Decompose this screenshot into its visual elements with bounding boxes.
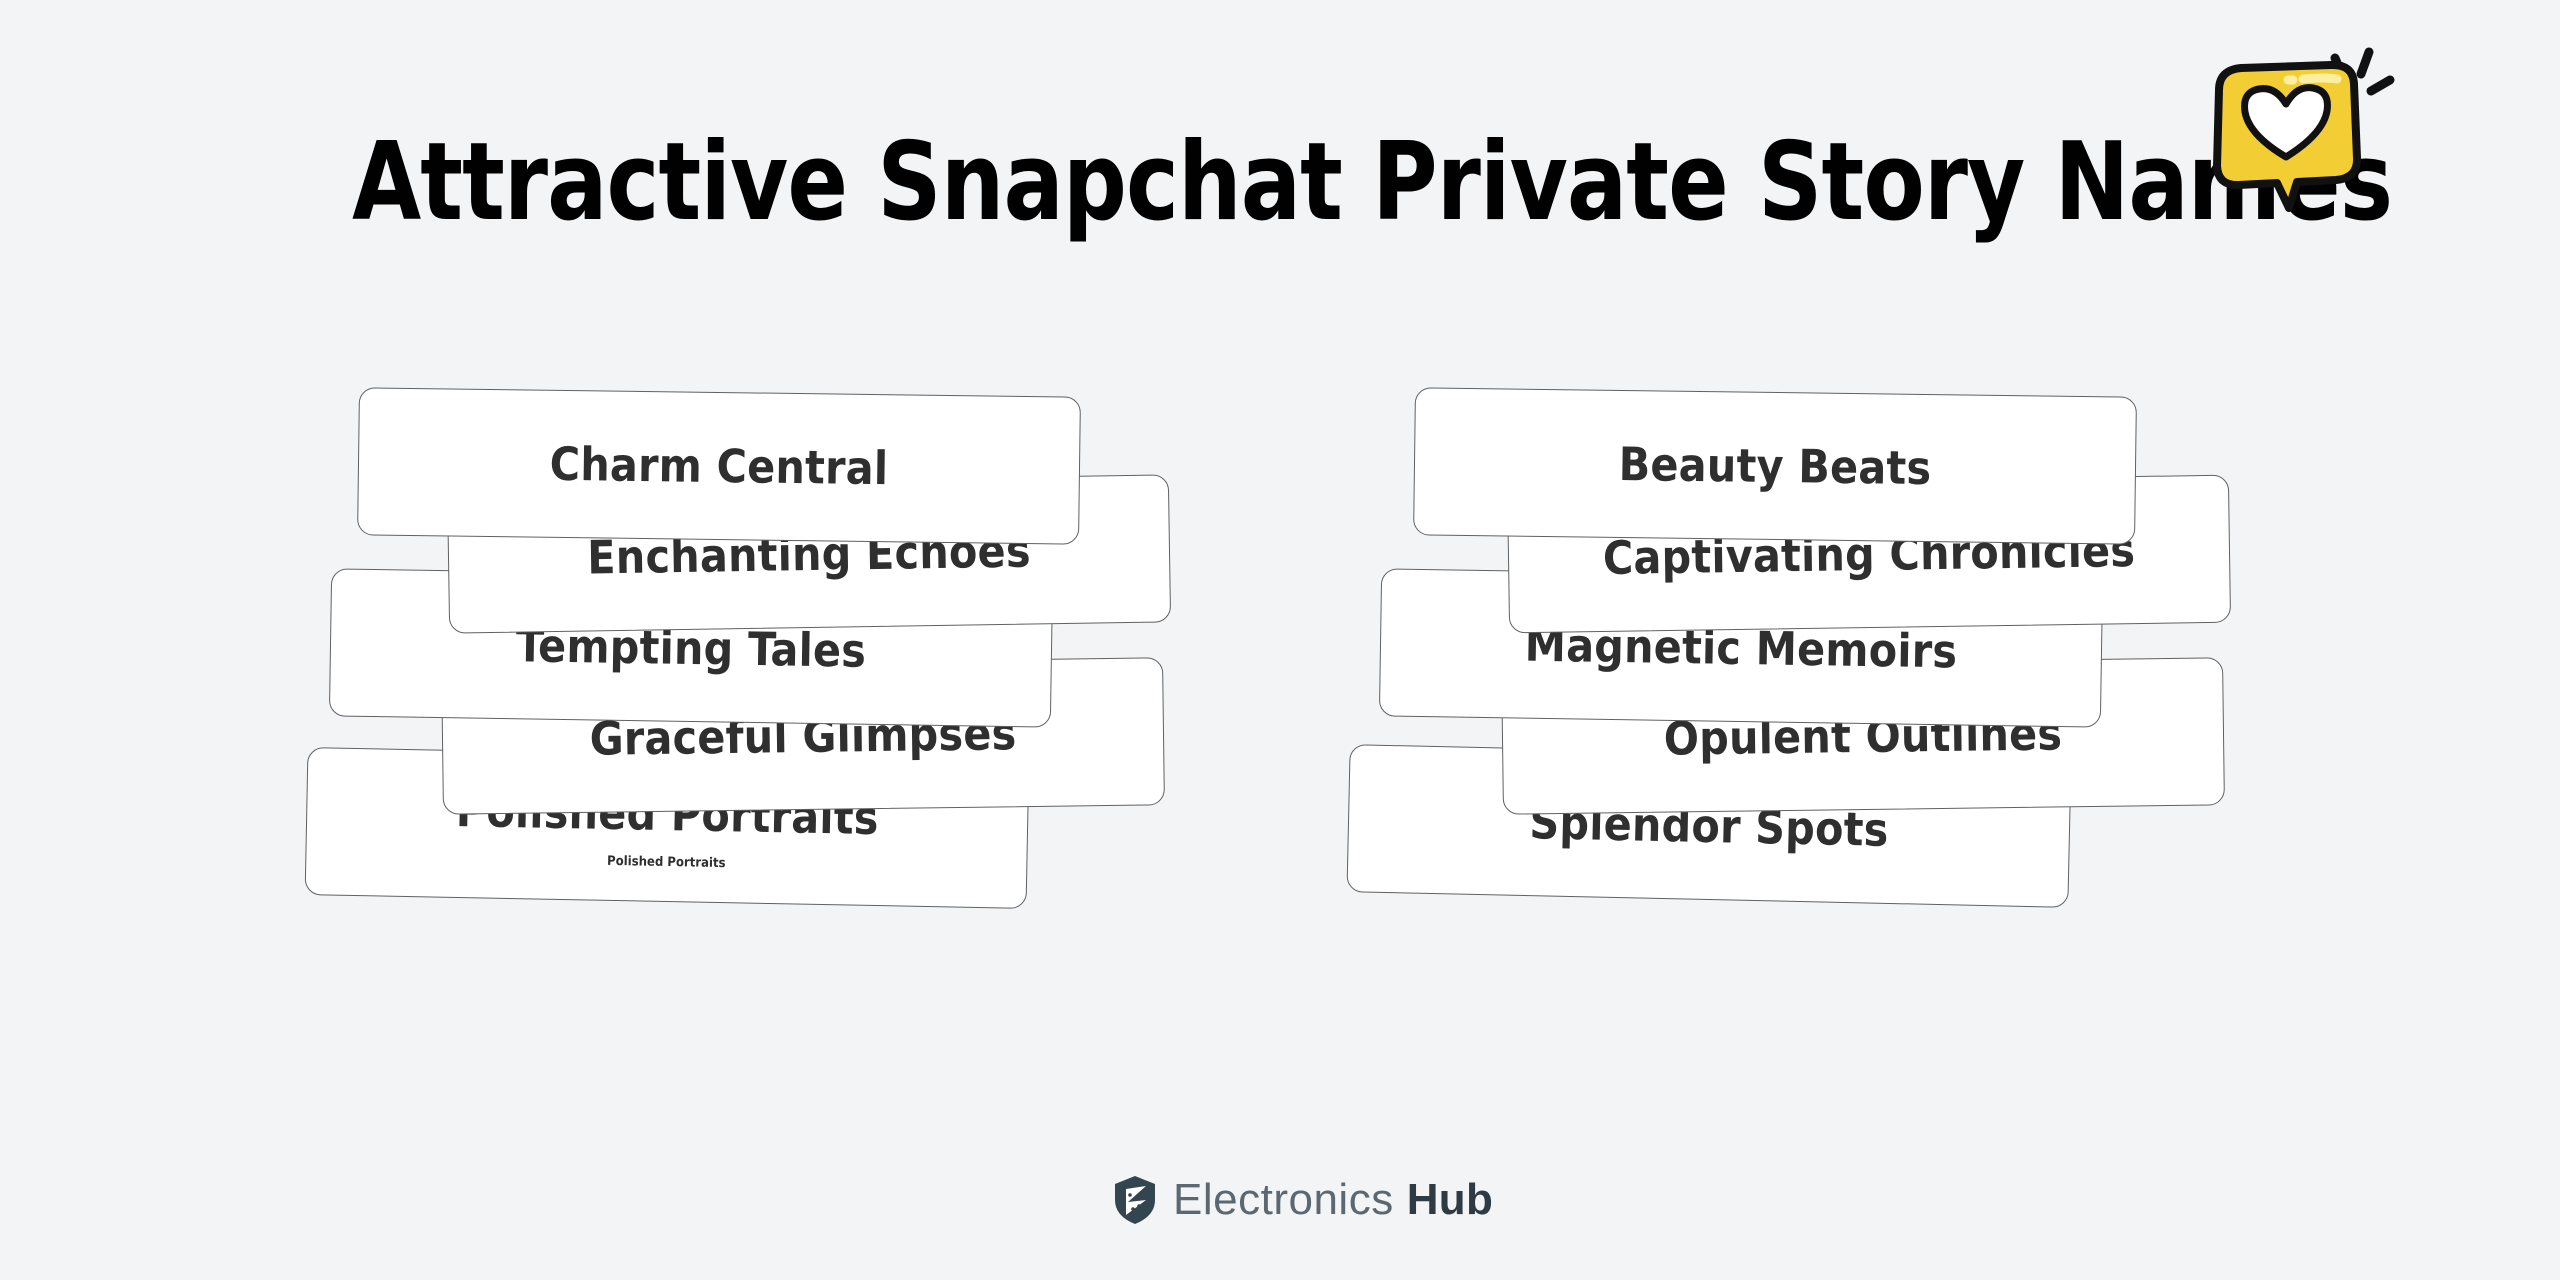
footer-logo: Electronics Hub — [1113, 1172, 1493, 1228]
name-card[interactable]: Beauty Beats — [1413, 387, 2137, 545]
card-sublabel: Polished Portraits — [606, 853, 726, 871]
card-label: Beauty Beats — [1618, 436, 1932, 496]
card-columns: Charm Central Enchanting Echoes Tempting… — [0, 0, 2560, 1280]
brand-name-light: Electronics — [1173, 1175, 1394, 1224]
card-column-left: Charm Central Enchanting Echoes Tempting… — [280, 386, 1240, 1126]
brand-name-bold: Hub — [1406, 1175, 1494, 1224]
name-card[interactable]: Charm Central — [357, 387, 1081, 545]
card-column-right: Beauty Beats Captivating Chronicles Magn… — [1340, 386, 2300, 1126]
brand-wordmark: Electronics Hub — [1173, 1175, 1493, 1225]
poster-canvas: Attractive Snapchat Private Story Names — [0, 0, 2560, 1280]
shield-circuit-icon — [1115, 1176, 1155, 1224]
card-label: Charm Central — [549, 436, 889, 496]
